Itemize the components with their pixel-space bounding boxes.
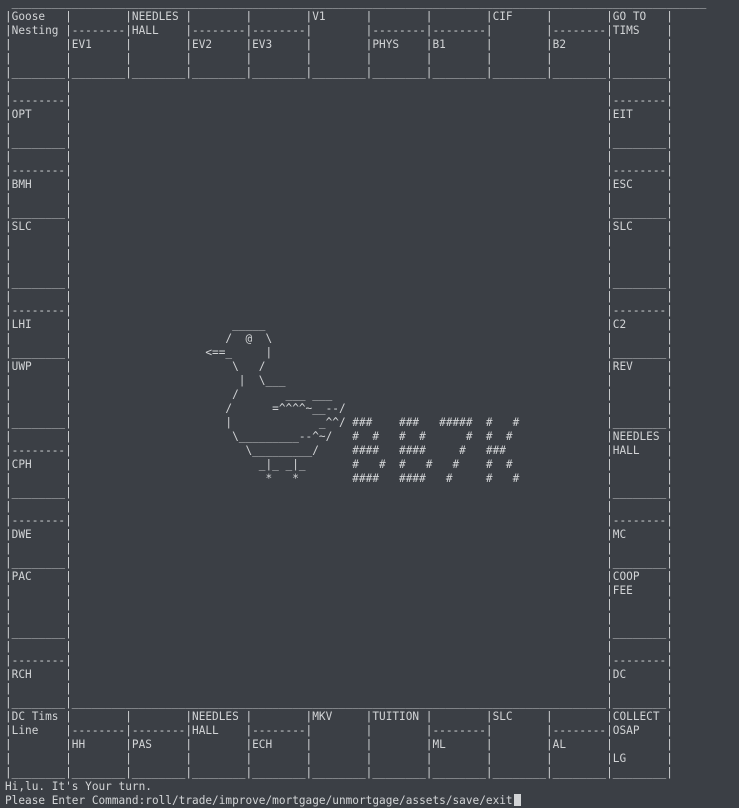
command-prompt[interactable]: Please Enter Command:roll/trade/improve/… [5, 794, 521, 808]
game-board: ________________________________________… [5, 0, 707, 779]
turn-message: Hi,lu. It's Your turn. [5, 780, 152, 793]
command-prompt-text: Please Enter Command:roll/trade/improve/… [5, 794, 513, 807]
text-cursor[interactable] [513, 794, 521, 806]
terminal-window: ________________________________________… [0, 0, 739, 808]
